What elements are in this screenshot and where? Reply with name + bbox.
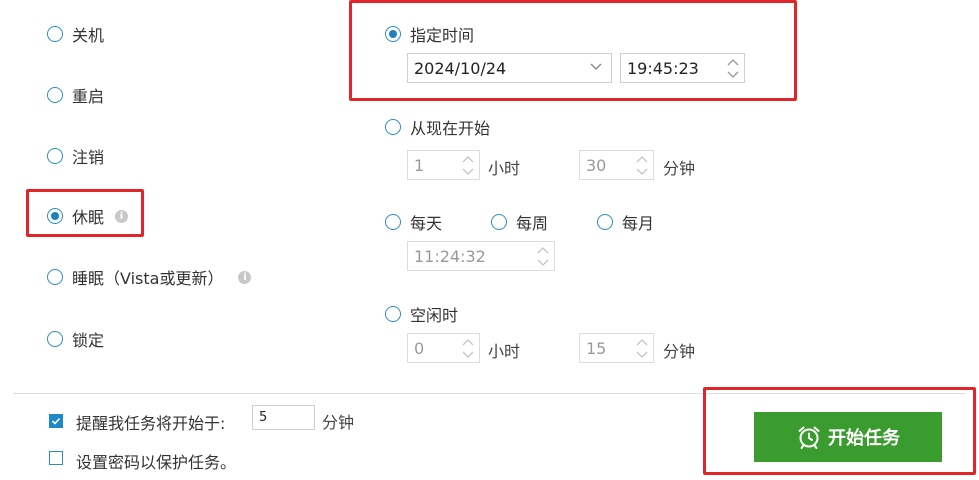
chevron-down-icon[interactable]	[589, 59, 603, 77]
radio-daily[interactable]: 每天	[385, 210, 442, 234]
idle-minutes-value: 15	[586, 338, 607, 358]
radio-circle[interactable]	[47, 87, 63, 103]
time-spinner[interactable]	[724, 55, 742, 81]
chevron-up-icon	[537, 246, 549, 253]
radio-logoff-label: 注销	[72, 148, 105, 167]
alarm-clock-icon	[798, 426, 820, 449]
radio-circle[interactable]	[385, 214, 401, 230]
from-now-hours-value: 1	[414, 155, 425, 175]
time-value: 19:45:23	[627, 58, 699, 78]
chevron-down-icon	[537, 259, 549, 266]
radio-circle[interactable]	[385, 306, 401, 322]
check-icon	[51, 417, 61, 425]
radio-weekly-label: 每周	[516, 214, 549, 233]
radio-lock[interactable]: 锁定	[47, 327, 104, 351]
highlight-box-hibernate	[26, 189, 144, 237]
from-now-hours-unit: 小时	[488, 159, 521, 178]
chevron-down-icon	[462, 351, 474, 358]
hours-spinner[interactable]	[459, 152, 477, 178]
chevron-up-icon	[727, 58, 739, 65]
remind-checkbox[interactable]	[49, 414, 63, 428]
date-picker[interactable]: 2024/10/24	[407, 53, 612, 83]
start-task-button[interactable]: 开始任务	[754, 412, 942, 462]
radio-circle[interactable]	[47, 26, 63, 42]
idle-hours-value: 0	[414, 338, 425, 358]
highlight-box-specific-time	[349, 0, 797, 101]
idle-hours-unit: 小时	[488, 342, 521, 361]
chevron-up-icon	[462, 155, 474, 162]
date-value: 2024/10/24	[414, 58, 507, 78]
remind-minutes-input[interactable]: 5	[252, 405, 315, 430]
radio-idle-label: 空闲时	[410, 306, 459, 325]
idle-minutes-unit: 分钟	[663, 342, 696, 361]
idle-hours-spinner[interactable]	[459, 335, 477, 361]
radio-shutdown[interactable]: 关机	[47, 22, 104, 46]
radio-specific-time-label: 指定时间	[410, 26, 475, 45]
radio-circle[interactable]	[47, 331, 63, 347]
remind-label: 提醒我任务将开始于:	[76, 414, 226, 433]
minutes-spinner[interactable]	[633, 152, 651, 178]
from-now-hours-input[interactable]: 1	[407, 150, 480, 180]
from-now-minutes-unit: 分钟	[663, 159, 696, 178]
password-checkbox[interactable]	[49, 451, 63, 465]
remind-minutes-value: 5	[259, 410, 268, 425]
radio-monthly[interactable]: 每月	[597, 210, 654, 234]
radio-daily-label: 每天	[410, 214, 443, 233]
radio-circle[interactable]	[597, 214, 613, 230]
chevron-down-icon	[462, 168, 474, 175]
idle-hours-input[interactable]: 0	[407, 333, 480, 363]
chevron-down-icon	[727, 71, 739, 78]
radio-circle[interactable]	[491, 214, 507, 230]
from-now-minutes-value: 30	[586, 155, 607, 175]
radio-idle[interactable]: 空闲时	[385, 302, 458, 326]
idle-minutes-input[interactable]: 15	[579, 333, 654, 363]
radio-specific-time[interactable]: 指定时间	[385, 22, 474, 46]
recurring-time-spinner[interactable]	[534, 243, 552, 269]
radio-circle-selected[interactable]	[385, 26, 401, 42]
radio-shutdown-label: 关机	[72, 26, 105, 45]
radio-from-now[interactable]: 从现在开始	[385, 115, 490, 139]
chevron-down-icon	[636, 351, 648, 358]
start-task-label: 开始任务	[828, 428, 900, 449]
radio-circle[interactable]	[47, 148, 63, 164]
radio-logoff[interactable]: 注销	[47, 144, 104, 168]
recurring-time-input[interactable]: 11:24:32	[407, 241, 555, 271]
chevron-up-icon	[462, 338, 474, 345]
from-now-minutes-input[interactable]: 30	[579, 150, 654, 180]
radio-sleep[interactable]: 睡眠（Vista或更新） i	[47, 265, 252, 289]
password-label: 设置密码以保护任务。	[76, 453, 237, 472]
remind-unit: 分钟	[322, 413, 355, 432]
chevron-down-icon	[636, 168, 648, 175]
radio-from-now-label: 从现在开始	[410, 119, 491, 138]
chevron-up-icon	[636, 338, 648, 345]
chevron-up-icon	[636, 155, 648, 162]
radio-lock-label: 锁定	[72, 331, 105, 350]
info-icon[interactable]: i	[238, 270, 252, 284]
radio-restart-label: 重启	[72, 87, 105, 106]
radio-weekly[interactable]: 每周	[491, 210, 548, 234]
radio-circle[interactable]	[47, 269, 63, 285]
radio-circle[interactable]	[385, 119, 401, 135]
radio-restart[interactable]: 重启	[47, 83, 104, 107]
radio-sleep-label: 睡眠（Vista或更新）	[72, 269, 224, 288]
recurring-time-value: 11:24:32	[414, 246, 486, 266]
radio-monthly-label: 每月	[622, 214, 655, 233]
idle-minutes-spinner[interactable]	[633, 335, 651, 361]
time-picker[interactable]: 19:45:23	[620, 53, 745, 83]
